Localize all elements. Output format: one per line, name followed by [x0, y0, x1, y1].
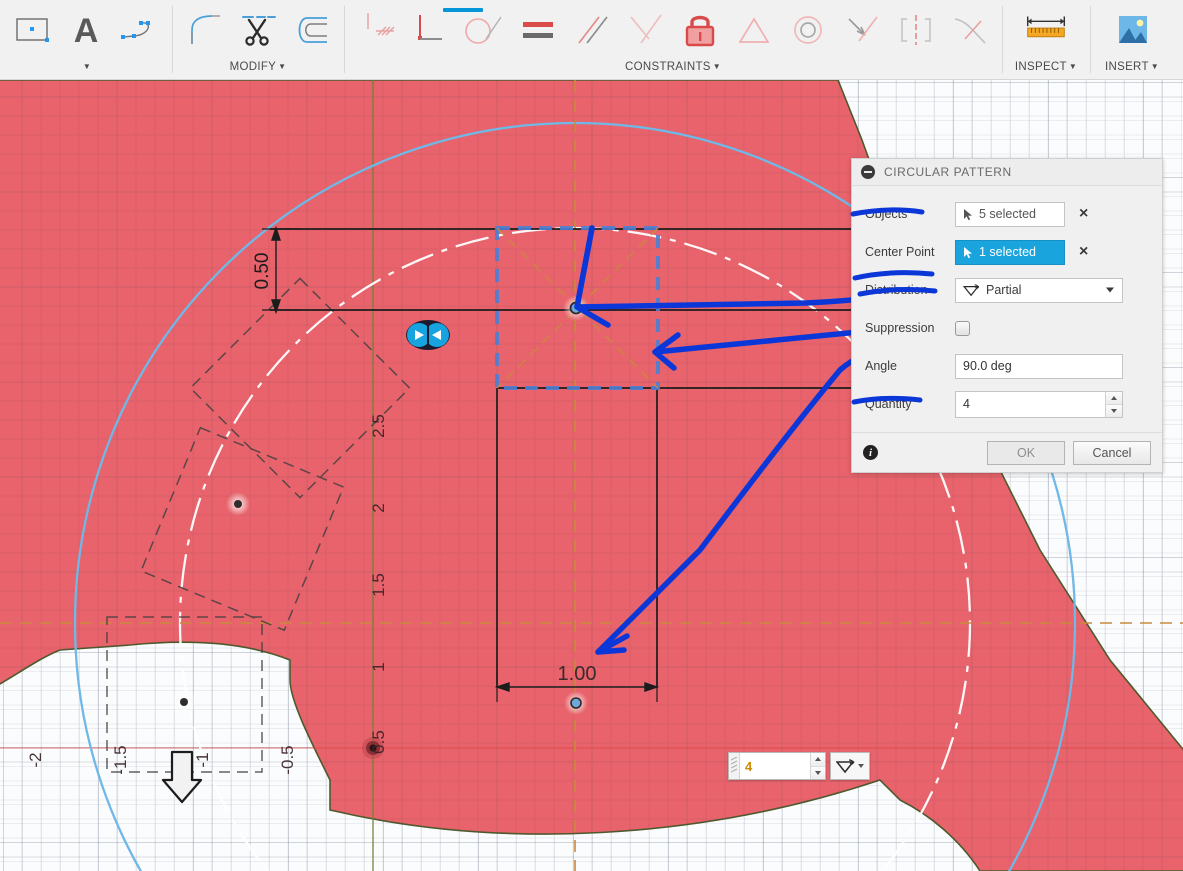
horizontal-dimension-label: 1.00: [558, 663, 597, 685]
spline-icon[interactable]: [114, 2, 166, 58]
svg-text:2.5: 2.5: [369, 414, 388, 438]
top-toolbar: A ▼ MODIFY ▼ CONSTRAINTS ▼ INSPECT ▼ INS…: [0, 0, 1183, 80]
lower-center-point: [564, 691, 588, 715]
row-objects: Objects 5 selected ×: [865, 195, 1151, 233]
circular-pattern-dialog[interactable]: CIRCULAR PATTERN Objects 5 selected × Ce…: [851, 158, 1163, 473]
quantity-input-stepper[interactable]: [1105, 391, 1122, 417]
objects-label: Objects: [865, 207, 908, 221]
distribution-value: Partial: [986, 283, 1022, 297]
cursor-arrow-icon: [964, 246, 972, 258]
distribution-select[interactable]: Partial: [955, 277, 1123, 303]
fix-lock-icon[interactable]: [674, 2, 726, 58]
objects-selection-field[interactable]: 5 selected: [955, 201, 1065, 227]
parallel-constraint-icon[interactable]: [566, 2, 618, 58]
center-point-selection-field[interactable]: 1 selected: [955, 239, 1065, 265]
toolbar-group-inspect: INSPECT ▼: [1002, 0, 1090, 79]
distribution-icon: [963, 283, 980, 296]
svg-text:-2: -2: [26, 752, 45, 767]
objects-clear-button[interactable]: ×: [1079, 206, 1088, 222]
curvature-constraint-icon[interactable]: [944, 2, 996, 58]
angle-label: Angle: [865, 359, 897, 373]
fillet-icon[interactable]: [178, 2, 230, 58]
row-distribution: Distribution Partial: [865, 271, 1151, 309]
quantity-stepper[interactable]: [810, 753, 825, 779]
objects-selection-value: 5 selected: [979, 207, 1036, 221]
quantity-input[interactable]: 4: [955, 390, 1123, 418]
info-icon[interactable]: i: [863, 445, 878, 460]
symmetry-constraint-glyph: [406, 320, 450, 350]
toolbar-group-constraints: CONSTRAINTS ▼: [344, 0, 1002, 79]
measure-ruler-icon[interactable]: [1020, 2, 1072, 58]
quantity-label: Quantity: [865, 397, 912, 411]
active-tool-indicator: [443, 8, 483, 12]
dialog-body: Objects 5 selected × Center Point 1 sele…: [852, 186, 1162, 432]
chevron-down-icon[interactable]: [1106, 287, 1114, 293]
quantity-input-box[interactable]: 4: [728, 752, 826, 780]
suppression-label: Suppression: [865, 321, 935, 335]
row-angle: Angle 90.0 deg: [865, 347, 1151, 385]
svg-text:A: A: [74, 12, 99, 50]
concentric-constraint-icon[interactable]: [782, 2, 834, 58]
insert-image-icon[interactable]: [1106, 2, 1158, 58]
center-point-label: Center Point: [865, 245, 935, 259]
quantity-value[interactable]: 4: [740, 753, 810, 779]
fusion360-window: A ▼ MODIFY ▼ CONSTRAINTS ▼ INSPECT ▼ INS…: [0, 0, 1183, 871]
dialog-titlebar[interactable]: CIRCULAR PATTERN: [852, 159, 1162, 186]
center-point-clear-button[interactable]: ×: [1079, 244, 1088, 260]
trim-scissors-icon[interactable]: [232, 2, 284, 58]
toolbar-group-inspect-label[interactable]: INSPECT ▼: [1008, 61, 1084, 79]
equal-constraint-icon[interactable]: [512, 2, 564, 58]
rectangle-center-icon[interactable]: [6, 2, 58, 58]
collapse-icon[interactable]: [861, 165, 875, 179]
distribution-type-dropdown[interactable]: [830, 752, 870, 780]
row-quantity: Quantity 4: [865, 385, 1151, 423]
toolbar-group-create-label[interactable]: ▼: [6, 61, 166, 79]
svg-text:0.5: 0.5: [369, 730, 388, 754]
svg-text:-1: -1: [193, 752, 212, 767]
center-point-selection-value: 1 selected: [979, 245, 1036, 259]
cursor-arrow-icon: [964, 208, 972, 220]
toolbar-group-insert: INSERT ▼: [1090, 0, 1174, 79]
midpoint-constraint-icon[interactable]: [728, 2, 780, 58]
svg-text:1.5: 1.5: [369, 573, 388, 597]
svg-text:2: 2: [369, 503, 388, 512]
vertical-dimension-label: 0.50: [252, 253, 273, 290]
svg-text:-1.5: -1.5: [111, 745, 130, 774]
quantity-widget[interactable]: 4: [728, 752, 870, 780]
toolbar-group-modify: MODIFY ▼: [172, 0, 344, 79]
svg-text:1: 1: [369, 662, 388, 671]
distribution-type-icon: [836, 758, 855, 773]
toolbar-group-constraints-label[interactable]: CONSTRAINTS ▼: [350, 61, 996, 79]
angle-input[interactable]: 90.0 deg: [955, 353, 1123, 379]
cancel-button[interactable]: Cancel: [1073, 440, 1151, 465]
ground-constraint-icon[interactable]: [350, 2, 402, 58]
toolbar-group-modify-label[interactable]: MODIFY ▼: [178, 61, 338, 79]
quantity-input-stepper-down[interactable]: [1106, 404, 1122, 417]
collinear-constraint-icon[interactable]: [620, 2, 672, 58]
row-suppression: Suppression: [865, 309, 1151, 347]
ok-button[interactable]: OK: [987, 440, 1065, 465]
drag-grip-icon[interactable]: [729, 753, 740, 779]
distribution-label: Distribution: [865, 283, 928, 297]
toolbar-group-create: A ▼: [0, 0, 172, 79]
quantity-stepper-down[interactable]: [811, 766, 825, 779]
angle-value: 90.0 deg: [963, 359, 1012, 373]
offset-icon[interactable]: [286, 2, 338, 58]
toolbar-group-insert-label[interactable]: INSERT ▼: [1096, 61, 1168, 79]
quantity-input-stepper-up[interactable]: [1106, 391, 1122, 405]
suppression-checkbox[interactable]: [955, 320, 970, 336]
symmetry-constraint-icon[interactable]: [890, 2, 942, 58]
text-icon[interactable]: A: [60, 2, 112, 58]
row-center-point: Center Point 1 selected ×: [865, 233, 1151, 271]
dialog-title: CIRCULAR PATTERN: [884, 165, 1012, 179]
ruler-horizontal-labels: -2 -1.5 -1 -0.5: [26, 745, 297, 774]
quantity-input-value: 4: [963, 397, 970, 411]
quantity-stepper-up[interactable]: [811, 753, 825, 767]
dialog-footer: i OK Cancel: [852, 432, 1162, 472]
coincident-constraint-icon[interactable]: [836, 2, 888, 58]
distribution-dropdown-caret[interactable]: [858, 764, 864, 768]
svg-text:-0.5: -0.5: [278, 745, 297, 774]
